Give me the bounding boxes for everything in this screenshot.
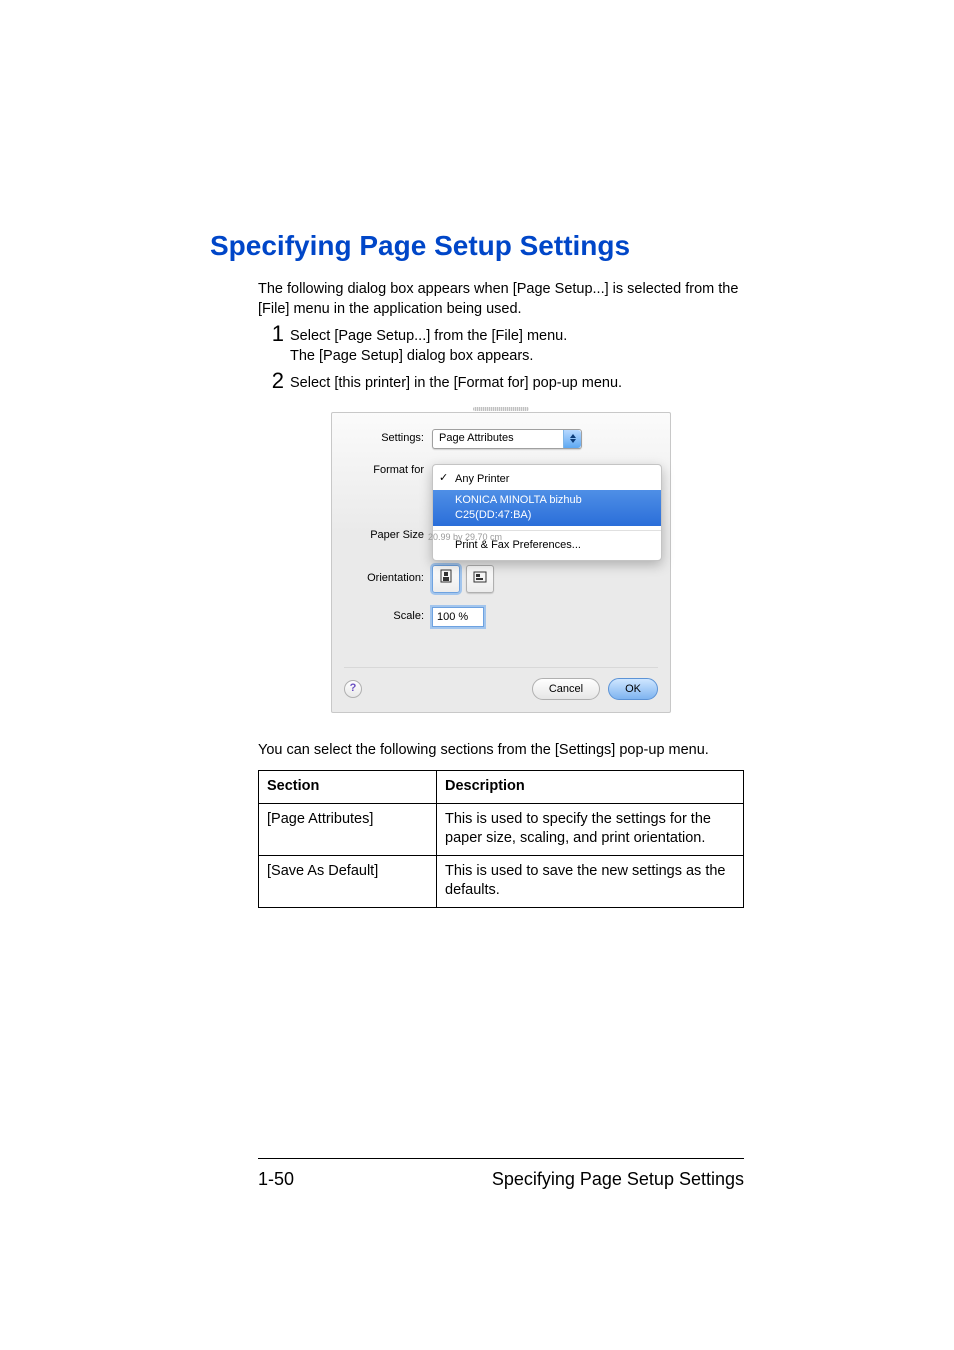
th-description: Description — [437, 771, 744, 804]
step-number: 1 — [258, 323, 284, 345]
page-setup-dialog: Settings: Page Attributes Format for Any… — [331, 412, 671, 713]
settings-label: Settings: — [344, 431, 432, 446]
menu-item-any-printer[interactable]: Any Printer — [433, 469, 661, 490]
document-page: Specifying Page Setup Settings The follo… — [0, 0, 954, 1350]
step-number: 2 — [258, 370, 284, 392]
settings-popup[interactable]: Page Attributes — [432, 429, 582, 449]
format-for-label: Format for — [344, 463, 432, 478]
table-row: [Page Attributes] This is used to specif… — [259, 803, 744, 855]
landscape-icon — [473, 570, 487, 588]
page-number: 1-50 — [258, 1169, 294, 1190]
orientation-portrait-button[interactable] — [432, 565, 460, 593]
settings-row: Settings: Page Attributes — [344, 429, 658, 449]
td-description: This is used to save the new settings as… — [437, 855, 744, 907]
scale-row: Scale: — [344, 607, 658, 627]
step-line: The [Page Setup] dialog box appears. — [290, 347, 567, 367]
table-row: [Save As Default] This is used to save t… — [259, 855, 744, 907]
format-for-menu: Any Printer KONICA MINOLTA bizhub C25(DD… — [432, 464, 662, 560]
step-list: 1 Select [Page Setup...] from the [File]… — [258, 323, 744, 394]
sections-table: Section Description [Page Attributes] Th… — [258, 770, 744, 908]
dialog-footer: ? Cancel OK — [344, 667, 658, 700]
popup-arrows-icon — [563, 430, 581, 448]
format-for-row: Format for Any Printer KONICA MINOLTA bi… — [344, 463, 658, 478]
page-heading: Specifying Page Setup Settings — [210, 230, 744, 262]
sheet-grip-icon — [473, 407, 529, 411]
orientation-landscape-button[interactable] — [466, 565, 494, 593]
menu-item-selected-printer[interactable]: KONICA MINOLTA bizhub C25(DD:47:BA) — [433, 490, 661, 526]
table-header-row: Section Description — [259, 771, 744, 804]
dialog-figure: Settings: Page Attributes Format for Any… — [258, 412, 744, 713]
orientation-label: Orientation: — [344, 571, 432, 586]
th-section: Section — [259, 771, 437, 804]
footer-rule — [258, 1158, 744, 1159]
help-icon: ? — [350, 681, 357, 696]
td-section: [Save As Default] — [259, 855, 437, 907]
td-description: This is used to specify the settings for… — [437, 803, 744, 855]
portrait-icon — [440, 569, 452, 588]
step-2: 2 Select [this printer] in the [Format f… — [258, 370, 744, 394]
body-block: The following dialog box appears when [P… — [210, 280, 744, 908]
orientation-row: Orientation: — [344, 565, 658, 593]
page-footer: 1-50 Specifying Page Setup Settings — [210, 1158, 744, 1190]
step-1: 1 Select [Page Setup...] from the [File]… — [258, 323, 744, 366]
footer-line: 1-50 Specifying Page Setup Settings — [210, 1169, 744, 1190]
step-line: Select [this printer] in the [Format for… — [290, 374, 622, 394]
paper-size-label: Paper Size — [344, 528, 432, 543]
step-line: Select [Page Setup...] from the [File] m… — [290, 327, 567, 347]
step-text: Select [this printer] in the [Format for… — [290, 370, 622, 394]
scale-input[interactable] — [432, 607, 484, 627]
ok-button[interactable]: OK — [608, 678, 658, 700]
help-button[interactable]: ? — [344, 680, 362, 698]
td-section: [Page Attributes] — [259, 803, 437, 855]
cancel-button[interactable]: Cancel — [532, 678, 600, 700]
footer-title: Specifying Page Setup Settings — [492, 1169, 744, 1190]
paper-size-sublabel: 20.99 by 29.70 cm — [428, 531, 502, 543]
scale-label: Scale: — [344, 609, 432, 624]
step-text: Select [Page Setup...] from the [File] m… — [290, 323, 567, 366]
settings-popup-value: Page Attributes — [439, 431, 514, 446]
after-dialog-paragraph: You can select the following sections fr… — [258, 741, 744, 761]
intro-paragraph: The following dialog box appears when [P… — [258, 280, 744, 319]
